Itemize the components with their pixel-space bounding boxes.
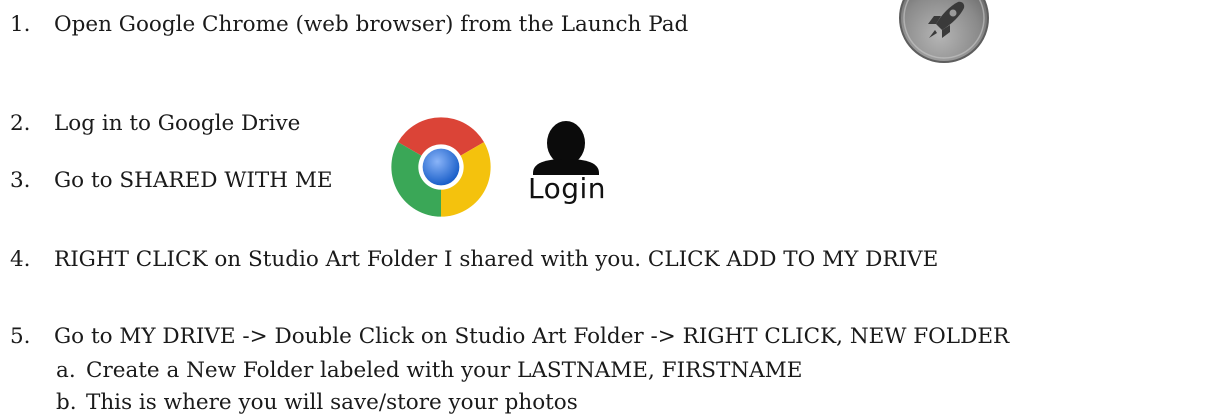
substep-5b: b. This is where you will save/store you… [56, 389, 578, 417]
step-2: 2. Log in to Google Drive [10, 110, 300, 138]
step-5: 5. Go to MY DRIVE -> Double Click on Stu… [10, 323, 1009, 351]
substep-text: Create a New Folder labeled with your LA… [86, 358, 803, 383]
chrome-icon [391, 117, 491, 217]
step-text: Open Google Chrome (web browser) from th… [54, 12, 689, 37]
step-number: 4. [10, 247, 31, 272]
substep-letter: b. [56, 390, 77, 415]
step-number: 5. [10, 324, 31, 349]
step-text: Go to MY DRIVE -> Double Click on Studio… [54, 324, 1010, 349]
step-number: 2. [10, 111, 31, 136]
step-text: Log in to Google Drive [54, 111, 301, 136]
step-number: 1. [10, 12, 31, 37]
step-text: RIGHT CLICK on Studio Art Folder I share… [54, 247, 939, 272]
substep-5a: a. Create a New Folder labeled with your… [56, 357, 802, 385]
substep-letter: a. [56, 358, 76, 383]
launchpad-icon [899, 0, 989, 63]
step-4: 4. RIGHT CLICK on Studio Art Folder I sh… [10, 246, 938, 274]
step-number: 3. [10, 168, 31, 193]
login-label: Login [528, 172, 607, 205]
instructions-page: 1. Open Google Chrome (web browser) from… [0, 0, 1207, 415]
step-3: 3. Go to SHARED WITH ME [10, 167, 333, 195]
step-text: Go to SHARED WITH ME [54, 168, 333, 193]
substep-text: This is where you will save/store your p… [86, 390, 578, 415]
step-1: 1. Open Google Chrome (web browser) from… [10, 11, 688, 39]
